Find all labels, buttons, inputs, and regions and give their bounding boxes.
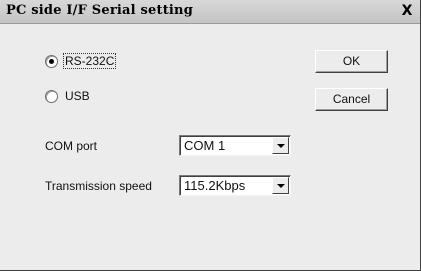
close-icon: X [401,3,413,19]
com-port-label: COM port [45,139,98,153]
close-button[interactable]: X [396,1,418,21]
serial-setting-dialog: PC side I/F Serial setting X RS-232C USB… [0,0,421,271]
radio-button-rs232c[interactable] [45,54,58,68]
transmission-speed-select[interactable]: 115.2Kbps [179,175,291,196]
chevron-down-icon[interactable] [272,177,289,194]
radio-label-usb: USB [65,89,90,103]
radio-button-usb[interactable] [45,89,58,103]
chevron-down-icon[interactable] [272,137,289,154]
title-bar: PC side I/F Serial setting X [0,0,420,24]
dialog-title: PC side I/F Serial setting [6,3,193,18]
com-port-value: COM 1 [184,138,226,153]
radio-usb[interactable]: USB [45,87,91,105]
transmission-speed-label: Transmission speed [45,179,152,193]
com-port-select[interactable]: COM 1 [179,135,291,156]
radio-label-rs232c: RS-232C [62,53,117,69]
ok-button[interactable]: OK [315,50,388,73]
radio-rs232c[interactable]: RS-232C [45,52,117,70]
transmission-speed-value: 115.2Kbps [184,178,246,193]
cancel-button[interactable]: Cancel [315,88,388,111]
